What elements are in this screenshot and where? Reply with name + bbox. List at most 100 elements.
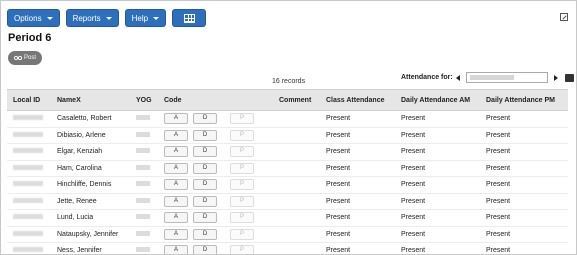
code-dismissed-button[interactable]: D [193,195,217,207]
code-cell: AD P [164,110,279,128]
local-id-cell [7,193,57,210]
attendance-date-field[interactable] [465,72,548,83]
student-name[interactable]: Jette, Renee [57,193,136,210]
code-dismissed-button[interactable]: D [193,146,217,158]
records-count: 16 records [272,78,306,85]
code-dismissed-button[interactable]: D [193,162,217,174]
code-present-button[interactable]: P [230,195,254,207]
code-cell: AD P [164,209,279,227]
code-present-button[interactable]: P [230,212,254,224]
code-cell: AD P [164,242,279,254]
grid-icon [183,13,195,23]
code-present-button[interactable]: P [230,146,254,158]
student-name[interactable]: Dibiasio, Arlene [57,127,136,144]
help-label: Help [131,13,149,23]
local-id-cell [7,209,57,227]
comment-cell[interactable] [279,193,326,210]
student-name[interactable]: Ness, Jennifer [57,242,136,254]
daily-am-cell: Present [401,160,486,177]
reports-menu-button[interactable]: Reports [65,9,119,27]
comment-cell[interactable] [279,176,326,194]
code-present-button[interactable]: P [230,245,254,254]
code-absent-button[interactable]: A [164,195,188,207]
daily-am-cell: Present [401,110,486,128]
local-id-cell [7,127,57,144]
code-dismissed-button[interactable]: D [193,212,217,224]
student-name[interactable]: Elgar, Kenziah [57,143,136,161]
table-row: Elgar, Kenziah A D P Present Present Present [7,143,568,161]
code-present-button[interactable]: P [230,113,254,125]
code-cell: AD P [164,160,279,177]
help-menu-button[interactable]: Help [124,9,167,27]
comment-cell[interactable] [279,226,326,243]
local-id-cell [7,143,57,161]
code-absent-button[interactable]: A [164,245,188,254]
table-row: Hinchliffe, Dennis A D P Present Present Prese… [7,176,568,194]
code-present-button[interactable]: P [230,179,254,191]
comment-cell[interactable] [279,209,326,227]
code-absent-button[interactable]: A [164,212,188,224]
header-code[interactable]: Code [164,89,279,111]
arrow-right-icon[interactable] [553,74,558,81]
class-attendance-cell: Present [326,193,401,210]
comment-cell[interactable] [279,143,326,161]
student-name[interactable]: Ham, Carolina [57,160,136,177]
code-absent-button[interactable]: A [164,162,188,174]
post-button[interactable]: Post [8,51,43,65]
code-cell: AD P [164,226,279,243]
code-absent-button[interactable]: A [164,129,188,141]
code-dismissed-button[interactable]: D [193,245,217,254]
code-present-button[interactable]: P [230,228,254,240]
redacted-local-id [13,247,43,253]
comment-cell[interactable] [279,160,326,177]
code-cell: AD P [164,127,279,144]
post-icon [14,55,22,61]
daily-am-cell: Present [401,176,486,194]
daily-pm-cell: Present [486,110,568,128]
comment-cell[interactable] [279,242,326,254]
student-name[interactable]: Nataupsky, Jennifer [57,226,136,243]
redacted-local-id [13,164,43,170]
code-dismissed-button[interactable]: D [193,179,217,191]
code-dismissed-button[interactable]: D [193,129,217,141]
code-present-button[interactable]: P [230,129,254,141]
daily-pm-cell: Present [486,209,568,227]
daily-am-cell: Present [401,143,486,161]
daily-pm-cell: Present [486,242,568,254]
class-attendance-cell: Present [326,110,401,128]
code-dismissed-button[interactable]: D [193,228,217,240]
header-daily-am[interactable]: Daily Attendance AM [401,89,486,111]
daily-am-cell: Present [401,193,486,210]
code-present-button[interactable]: P [230,162,254,174]
header-comment[interactable]: Comment [279,89,326,111]
grid-view-button[interactable] [172,9,207,27]
header-class-attendance[interactable]: Class Attendance [326,89,401,111]
header-local-id[interactable]: Local ID [7,89,57,111]
attendance-for-label: Attendance for: [401,74,453,81]
code-absent-button[interactable]: A [164,113,188,125]
student-name[interactable]: Lund, Lucia [57,209,136,227]
daily-pm-cell: Present [486,226,568,243]
code-absent-button[interactable]: A [164,146,188,158]
code-absent-button[interactable]: A [164,179,188,191]
student-name[interactable]: Casaletto, Robert [57,110,136,128]
page-title: Period 6 [8,32,52,44]
options-menu-button[interactable]: Options [7,9,60,27]
code-absent-button[interactable]: A [164,228,188,240]
header-yog[interactable]: YOG [136,89,164,111]
class-attendance-cell: Present [326,143,401,161]
class-attendance-cell: Present [326,176,401,194]
redacted-local-id [13,230,43,236]
code-dismissed-button[interactable]: D [193,113,217,125]
calendar-icon[interactable] [564,73,574,82]
header-daily-pm[interactable]: Daily Attendance PM [486,89,568,111]
popout-icon[interactable] [560,13,568,21]
caret-down-icon [153,16,160,20]
header-name[interactable]: NameX [57,89,136,111]
caret-down-icon [46,16,53,20]
daily-pm-cell: Present [486,143,568,161]
comment-cell[interactable] [279,110,326,128]
student-name[interactable]: Hinchliffe, Dennis [57,176,136,194]
comment-cell[interactable] [279,127,326,144]
arrow-left-icon[interactable] [455,74,460,81]
